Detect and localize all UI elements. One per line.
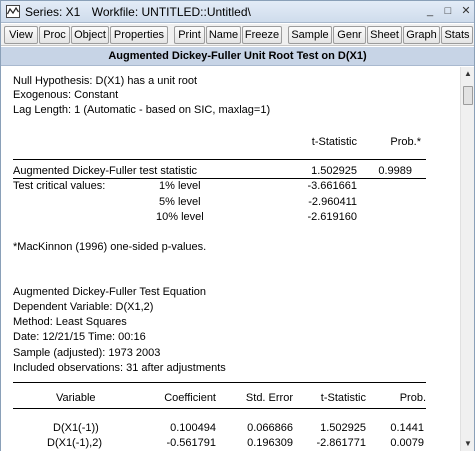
title-bar[interactable]: Series: X1 Workfile: UNTITLED::Untitled\… xyxy=(1,1,474,23)
row-variable: D(X1(-1),2) xyxy=(47,437,103,449)
date-line: Date: 12/21/15 Time: 00:16 xyxy=(13,331,146,343)
stats-button[interactable]: Stats xyxy=(441,26,473,44)
sample-button[interactable]: Sample xyxy=(288,26,332,44)
critical-value: -2.960411 xyxy=(308,196,357,208)
sample-line: Sample (adjusted): 1973 2003 xyxy=(13,347,161,359)
table-rule xyxy=(13,159,426,160)
row-std-error: 0.196309 xyxy=(247,437,293,449)
workfile-name: Workfile: UNTITLED::Untitled\ xyxy=(91,5,251,19)
row-prob: 0.0079 xyxy=(390,437,424,449)
observations-line: Included observations: 31 after adjustme… xyxy=(13,362,226,374)
row-tstatistic: 1.502925 xyxy=(320,422,366,434)
output-panel[interactable]: Null Hypothesis: D(X1) has a unit root E… xyxy=(1,67,460,451)
col-header-tstatistic: t-Statistic xyxy=(311,136,357,148)
col-header-std-error: Std. Error xyxy=(245,392,293,404)
col-header-variable: Variable xyxy=(56,392,96,404)
row-std-error: 0.066866 xyxy=(247,422,293,434)
row-variable: D(X1(-1)) xyxy=(53,422,99,434)
graph-button[interactable]: Graph xyxy=(403,26,440,44)
scroll-down-arrow-icon[interactable]: ▼ xyxy=(462,439,474,451)
row-prob: 0.1441 xyxy=(390,422,424,434)
genr-button[interactable]: Genr xyxy=(333,26,366,44)
minimize-button[interactable]: _ xyxy=(422,4,438,19)
critical-level: 1% level xyxy=(159,180,201,192)
critical-value: -3.661661 xyxy=(307,180,357,192)
view-button[interactable]: View xyxy=(4,26,38,44)
col-header-tstatistic: t-Statistic xyxy=(320,392,366,404)
window-title: Series: X1 Workfile: UNTITLED::Untitled\ xyxy=(25,5,251,19)
proc-button[interactable]: Proc xyxy=(39,26,70,44)
equation-title: Augmented Dickey-Fuller Test Equation xyxy=(13,286,207,298)
row-coefficient: 0.100494 xyxy=(170,422,216,434)
toolbar: View Proc Object Properties Print Name F… xyxy=(1,24,474,46)
output-header: Augmented Dickey-Fuller Unit Root Test o… xyxy=(1,47,474,66)
maximize-button[interactable]: □ xyxy=(440,4,456,19)
null-hypothesis: Null Hypothesis: D(X1) has a unit root xyxy=(13,75,198,87)
name-button[interactable]: Name xyxy=(206,26,241,44)
dependent-variable: Dependent Variable: D(X1,2) xyxy=(13,301,154,313)
col-header-prob: Prob.* xyxy=(390,136,421,148)
lag-length-line: Lag Length: 1 (Automatic - based on SIC,… xyxy=(13,104,271,116)
exogenous-line: Exogenous: Constant xyxy=(13,89,119,101)
critical-value: -2.619160 xyxy=(307,211,357,223)
properties-button[interactable]: Properties xyxy=(110,26,168,44)
object-button[interactable]: Object xyxy=(71,26,109,44)
close-button[interactable]: ✕ xyxy=(458,4,474,19)
col-header-prob: Prob. xyxy=(399,392,426,404)
critical-level: 5% level xyxy=(159,196,201,208)
adf-statistic-value: 1.502925 xyxy=(311,165,357,177)
table-rule xyxy=(13,408,426,409)
critical-level: 10% level xyxy=(156,211,204,223)
method-line: Method: Least Squares xyxy=(13,316,127,328)
col-header-coefficient: Coefficient xyxy=(164,392,216,404)
freeze-button[interactable]: Freeze xyxy=(242,26,282,44)
vertical-scrollbar[interactable]: ▲ ▼ xyxy=(460,67,474,451)
critical-values-label: Test critical values: xyxy=(13,180,106,192)
row-coefficient: -0.561791 xyxy=(166,437,216,449)
scrollbar-thumb[interactable] xyxy=(463,86,473,105)
table-rule xyxy=(13,382,426,383)
series-name: Series: X1 xyxy=(25,5,81,19)
series-window: Series: X1 Workfile: UNTITLED::Untitled\… xyxy=(0,0,475,451)
adf-statistic-label: Augmented Dickey-Fuller test statistic xyxy=(13,165,198,177)
scroll-up-arrow-icon[interactable]: ▲ xyxy=(462,69,474,81)
footnote: *MacKinnon (1996) one-sided p-values. xyxy=(13,241,207,253)
print-button[interactable]: Print xyxy=(174,26,205,44)
row-tstatistic: -2.861771 xyxy=(316,437,366,449)
series-icon xyxy=(6,5,20,18)
adf-probability: 0.9989 xyxy=(378,165,412,177)
table-rule xyxy=(13,178,426,179)
sheet-button[interactable]: Sheet xyxy=(367,26,402,44)
